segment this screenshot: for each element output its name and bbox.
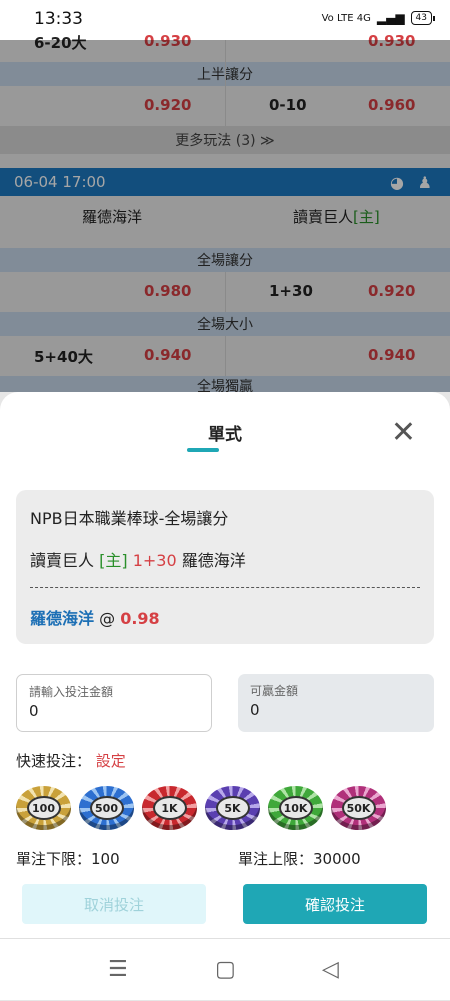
home-tag: [主] [99,551,128,570]
quick-bet-row: 快速投注： 設定 [16,750,126,771]
chip-10k[interactable]: 10K [268,786,323,830]
stake-label: 請輸入投注金額 [29,685,114,699]
chip-label: 500 [89,796,124,820]
max-limit: 單注上限：30000 [238,850,361,868]
league-market: NPB日本職業棒球-全場讓分 [30,509,229,528]
at-symbol: @ [99,609,116,628]
system-nav-bar: ☰ ▢ ◁ [0,938,450,1001]
tab-single[interactable]: 單式 [0,420,450,445]
back-icon[interactable]: ◁ [322,957,339,982]
chip-500[interactable]: 500 [79,786,134,830]
win-value: 0 [250,701,260,719]
home-icon[interactable]: ▢ [215,957,236,982]
confirm-bet-button[interactable]: 確認投注 [243,884,427,924]
matchup: 讀賣巨人 [主] 1+30 羅德海洋 [30,547,246,571]
selection-odds: 0.98 [120,609,160,628]
network-indicator: Vo LTE 4G [321,12,371,24]
chip-1k[interactable]: 1K [142,786,197,830]
away-team-name: 羅德海洋 [181,551,246,570]
chip-100[interactable]: 100 [16,786,71,830]
quick-bet-label: 快速投注： [16,752,92,770]
cancel-bet-button[interactable]: 取消投注 [22,884,206,924]
modal-overlay[interactable] [0,40,450,392]
menu-icon[interactable]: ☰ [108,957,128,982]
min-limit: 單注下限：100 [16,850,120,868]
stake-input[interactable]: 請輸入投注金額 0 [16,674,212,732]
chip-5k[interactable]: 5K [205,786,260,830]
tab-indicator [187,448,219,452]
chip-label: 50K [341,796,376,820]
handicap-line: 1+30 [132,551,177,570]
status-time: 13:33 [34,9,83,29]
chip-row: 100 500 1K 5K 10K 50K [16,786,386,830]
chip-label: 100 [26,796,61,820]
win-label: 可贏金額 [250,684,299,698]
chip-label: 10K [278,796,313,820]
selection-line: 羅德海洋 @ 0.98 [30,605,160,629]
bet-summary-card: NPB日本職業棒球-全場讓分 讀賣巨人 [主] 1+30 羅德海洋 羅德海洋 @… [16,490,434,644]
chip-50k[interactable]: 50K [331,786,386,830]
close-icon[interactable]: ✕ [391,418,416,448]
selection-team: 羅德海洋 [30,609,95,628]
stake-value[interactable]: 0 [29,702,39,720]
quick-bet-setting-link[interactable]: 設定 [96,752,126,770]
battery-icon: 43 [410,11,436,25]
chip-label: 5K [215,796,250,820]
bet-slip-sheet: 單式 ✕ NPB日本職業棒球-全場讓分 讀賣巨人 [主] 1+30 羅德海洋 羅… [0,392,450,1000]
home-team-name: 讀賣巨人 [30,551,95,570]
status-icons: Vo LTE 4G ▂▄▆ 43 [321,11,436,25]
dashed-divider [30,587,420,588]
signal-icon: ▂▄▆ [376,11,405,25]
potential-win-field: 可贏金額 0 [238,674,434,732]
chip-label: 1K [152,796,187,820]
